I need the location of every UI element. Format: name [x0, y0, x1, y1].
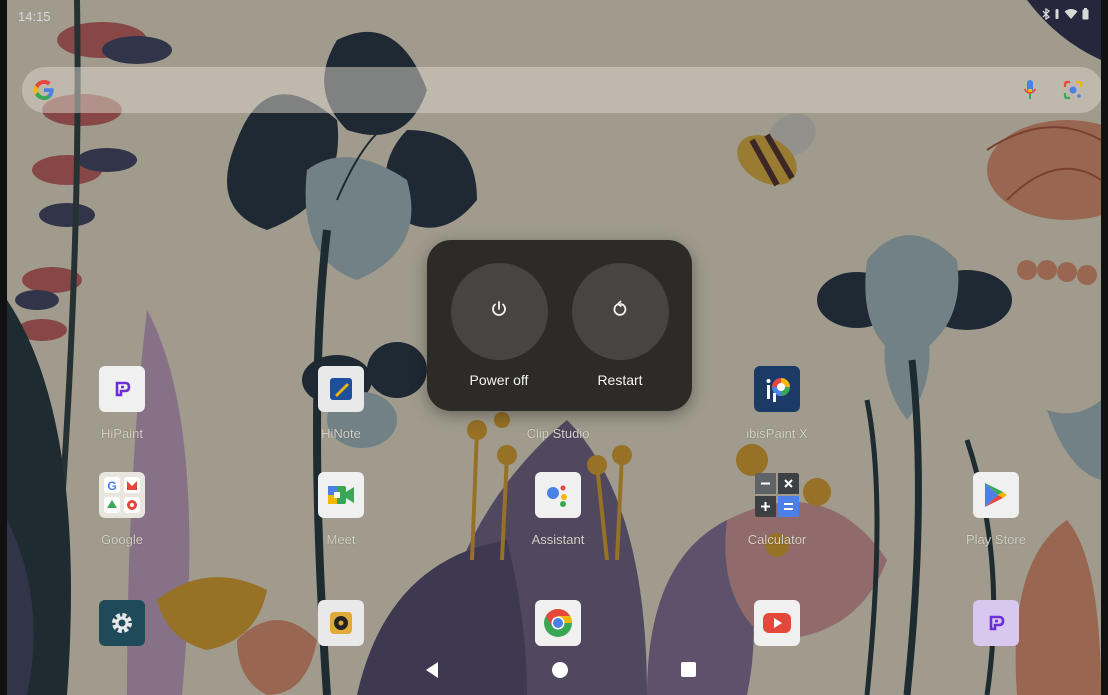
meet-icon	[318, 472, 364, 518]
assistant-icon	[535, 472, 581, 518]
app-chrome[interactable]	[503, 600, 613, 646]
app-meet[interactable]: Meet	[286, 472, 396, 547]
app-assistant[interactable]: Assistant	[503, 472, 613, 547]
home-screen: 14:15 HiPaint HiNote Clip Studio ibisPai…	[7, 0, 1101, 695]
google-lens-icon[interactable]	[1062, 79, 1084, 106]
bluetooth-icon	[1042, 8, 1050, 20]
power-off-label: Power off	[469, 372, 529, 388]
app-calculator[interactable]: Calculator	[722, 472, 832, 547]
status-icons	[1042, 8, 1089, 20]
app-music-player[interactable]	[286, 600, 396, 646]
app-settings[interactable]	[67, 600, 177, 646]
app-youtube[interactable]	[722, 600, 832, 646]
app-hipaint[interactable]: HiPaint	[67, 366, 177, 441]
app-label: Google	[101, 532, 143, 547]
home-icon[interactable]	[551, 661, 569, 684]
google-search-bar[interactable]	[22, 67, 1101, 113]
hipaint-icon	[99, 366, 145, 412]
app-label: Meet	[326, 532, 356, 547]
status-bar: 14:15	[7, 0, 1101, 28]
app-label: Play Store	[966, 532, 1026, 547]
app-label: Calculator	[747, 532, 807, 547]
settings-icon	[99, 600, 145, 646]
app-label: ibisPaint X	[746, 426, 808, 441]
music-player-icon	[318, 600, 364, 646]
power-menu-dialog: Power off Restart	[427, 240, 692, 411]
youtube-icon	[754, 600, 800, 646]
play-store-icon	[973, 472, 1019, 518]
battery-icon	[1082, 8, 1089, 20]
app-label: Clip Studio	[526, 426, 590, 441]
svg-text:G: G	[107, 479, 116, 493]
vibrate-icon	[1054, 8, 1060, 20]
recents-icon[interactable]	[680, 661, 697, 683]
calculator-icon	[754, 472, 800, 518]
app-label: HiPaint	[101, 426, 143, 441]
chrome-icon	[535, 600, 581, 646]
google-folder-icon: G	[99, 472, 145, 518]
restart-circle[interactable]	[571, 263, 669, 360]
back-icon[interactable]	[423, 661, 441, 684]
app-play-store[interactable]: Play Store	[941, 472, 1051, 547]
microphone-icon[interactable]	[1023, 79, 1037, 106]
power-off-button[interactable]: Power off	[449, 263, 549, 393]
google-g-logo-icon	[32, 78, 56, 107]
status-time: 14:15	[18, 9, 51, 24]
restart-label: Restart	[597, 372, 643, 388]
power-icon	[489, 299, 509, 324]
app-label: HiNote	[321, 426, 361, 441]
app-hinote[interactable]: HiNote	[286, 366, 396, 441]
power-off-circle[interactable]	[450, 263, 548, 360]
app-ibispaint[interactable]: ibisPaint X	[722, 366, 832, 441]
hipaint-icon	[973, 600, 1019, 646]
restart-button[interactable]: Restart	[570, 263, 670, 393]
wifi-icon	[1064, 8, 1078, 20]
navigation-bar	[7, 647, 1101, 695]
app-hipaint-dock[interactable]	[941, 600, 1051, 646]
hinote-icon	[318, 366, 364, 412]
app-google-folder[interactable]: G Google	[67, 472, 177, 547]
restart-icon	[610, 299, 630, 324]
app-label: Assistant	[531, 532, 585, 547]
ibispaint-icon	[754, 366, 800, 412]
